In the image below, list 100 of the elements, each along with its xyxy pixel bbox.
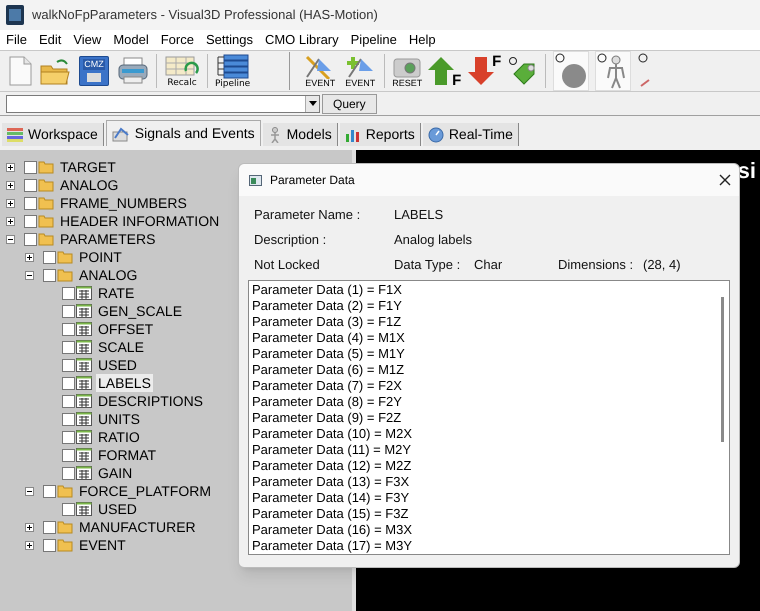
- menu-item[interactable]: Model: [107, 30, 155, 50]
- checkbox[interactable]: [43, 538, 56, 552]
- tree-item[interactable]: HEADER INFORMATION: [58, 212, 222, 230]
- checkbox[interactable]: [24, 196, 37, 210]
- field-label: Data Type :: [394, 256, 462, 272]
- new-file-icon[interactable]: [7, 56, 33, 86]
- tree-item[interactable]: USED: [96, 500, 139, 518]
- checkbox[interactable]: [62, 376, 75, 390]
- menu-item[interactable]: CMO Library: [258, 30, 345, 50]
- checkbox[interactable]: [43, 250, 56, 264]
- field-value: Analog labels: [394, 231, 472, 247]
- expand-icon[interactable]: [25, 540, 34, 550]
- collapse-icon[interactable]: [25, 270, 34, 280]
- tree-item[interactable]: FORMAT: [96, 446, 158, 464]
- recalc-button[interactable]: Recalc: [164, 54, 200, 88]
- tree-item[interactable]: GAIN: [96, 464, 134, 482]
- expand-icon[interactable]: [6, 180, 15, 190]
- pipeline-button[interactable]: Pipeline: [215, 54, 250, 88]
- event-button[interactable]: EVENT: [343, 54, 378, 88]
- folder-icon: [57, 250, 73, 264]
- tree-item[interactable]: OFFSET: [96, 320, 156, 338]
- tree-item[interactable]: GEN_SCALE: [96, 302, 184, 320]
- checkbox[interactable]: [62, 430, 75, 444]
- expand-icon[interactable]: [6, 216, 15, 226]
- list-line: Parameter Data (16) = M3X: [252, 522, 412, 538]
- tree-item[interactable]: RATIO: [96, 428, 142, 446]
- tab[interactable]: Models: [262, 123, 338, 146]
- collapse-icon[interactable]: [6, 234, 15, 244]
- tab[interactable]: Workspace: [2, 123, 104, 146]
- tree-item[interactable]: RATE: [96, 284, 136, 302]
- checkbox[interactable]: [62, 394, 75, 408]
- chart-icon: [112, 126, 130, 142]
- tab[interactable]: Real-Time: [422, 123, 519, 146]
- checkbox[interactable]: [24, 178, 37, 192]
- table-icon: [76, 394, 92, 408]
- tree-item[interactable]: USED: [96, 356, 139, 374]
- list-line: Parameter Data (17) = M3Y: [252, 538, 412, 554]
- menu-item[interactable]: File: [0, 30, 33, 50]
- tree-item[interactable]: TARGET: [58, 158, 118, 176]
- tree-item[interactable]: EVENT: [77, 536, 128, 554]
- checkbox[interactable]: [62, 448, 75, 462]
- query-combo[interactable]: [6, 94, 320, 112]
- list-line: Parameter Data (4) = M1X: [252, 330, 405, 346]
- checkbox[interactable]: [62, 412, 75, 426]
- collapse-icon[interactable]: [25, 486, 34, 496]
- tab[interactable]: Signals and Events: [106, 120, 261, 146]
- table-icon: [76, 502, 92, 516]
- force-down-button[interactable]: F: [467, 54, 504, 88]
- menu-item[interactable]: Pipeline: [344, 30, 403, 50]
- tree-item[interactable]: FRAME_NUMBERS: [58, 194, 189, 212]
- checkbox[interactable]: [43, 268, 56, 282]
- checkbox[interactable]: [24, 214, 37, 228]
- field-value: Char: [474, 256, 504, 272]
- expand-icon[interactable]: [25, 522, 34, 532]
- checkbox[interactable]: [43, 520, 56, 534]
- tree-item[interactable]: PARAMETERS: [58, 230, 158, 248]
- checkbox[interactable]: [43, 484, 56, 498]
- data-list[interactable]: [248, 280, 730, 555]
- tree-item[interactable]: FORCE_PLATFORM: [77, 482, 213, 500]
- close-icon[interactable]: [719, 174, 731, 186]
- printer-icon[interactable]: [117, 56, 149, 86]
- reset-button[interactable]: RESET: [392, 54, 422, 88]
- tab[interactable]: Reports: [340, 123, 421, 146]
- table-icon: [76, 412, 92, 426]
- checkbox[interactable]: [62, 286, 75, 300]
- tree-item[interactable]: MANUFACTURER: [77, 518, 198, 536]
- tree-item[interactable]: ANALOG: [58, 176, 120, 194]
- tree-item[interactable]: ANALOG: [77, 266, 140, 284]
- force-up-button[interactable]: F: [427, 54, 464, 88]
- event-button[interactable]: EVENT: [303, 54, 338, 88]
- checkbox[interactable]: [62, 340, 75, 354]
- checkbox[interactable]: [62, 358, 75, 372]
- checkbox[interactable]: [62, 466, 75, 480]
- save-button[interactable]: CMZ: [79, 56, 109, 86]
- skeleton-icon[interactable]: [595, 51, 632, 91]
- tree-item[interactable]: DESCRIPTIONS: [96, 392, 206, 410]
- checkbox[interactable]: [62, 304, 75, 318]
- caret-icon: [308, 101, 316, 106]
- query-button[interactable]: Query: [322, 94, 377, 114]
- menu-item[interactable]: Settings: [200, 30, 259, 50]
- checkbox[interactable]: [62, 502, 75, 516]
- menu-item[interactable]: Force: [154, 30, 200, 50]
- tree-item[interactable]: SCALE: [96, 338, 146, 356]
- checkbox[interactable]: [62, 322, 75, 336]
- folder-icon: [57, 538, 73, 552]
- tree-item[interactable]: UNITS: [96, 410, 142, 428]
- table-icon: [76, 430, 92, 444]
- menu-item[interactable]: View: [67, 30, 108, 50]
- expand-icon[interactable]: [6, 198, 15, 208]
- tree-item[interactable]: POINT: [77, 248, 124, 266]
- menu-item[interactable]: Help: [402, 30, 442, 50]
- checkbox[interactable]: [24, 232, 37, 246]
- field-label: Parameter Name :: [254, 206, 362, 222]
- expand-icon[interactable]: [25, 252, 34, 262]
- checkbox[interactable]: [24, 160, 37, 174]
- list-line: Parameter Data (8) = F2Y: [252, 394, 402, 410]
- menu-item[interactable]: Edit: [32, 30, 68, 50]
- expand-icon[interactable]: [6, 162, 15, 172]
- tree-item[interactable]: LABELS: [96, 374, 153, 392]
- list-line: Parameter Data (13) = F3X: [252, 474, 410, 490]
